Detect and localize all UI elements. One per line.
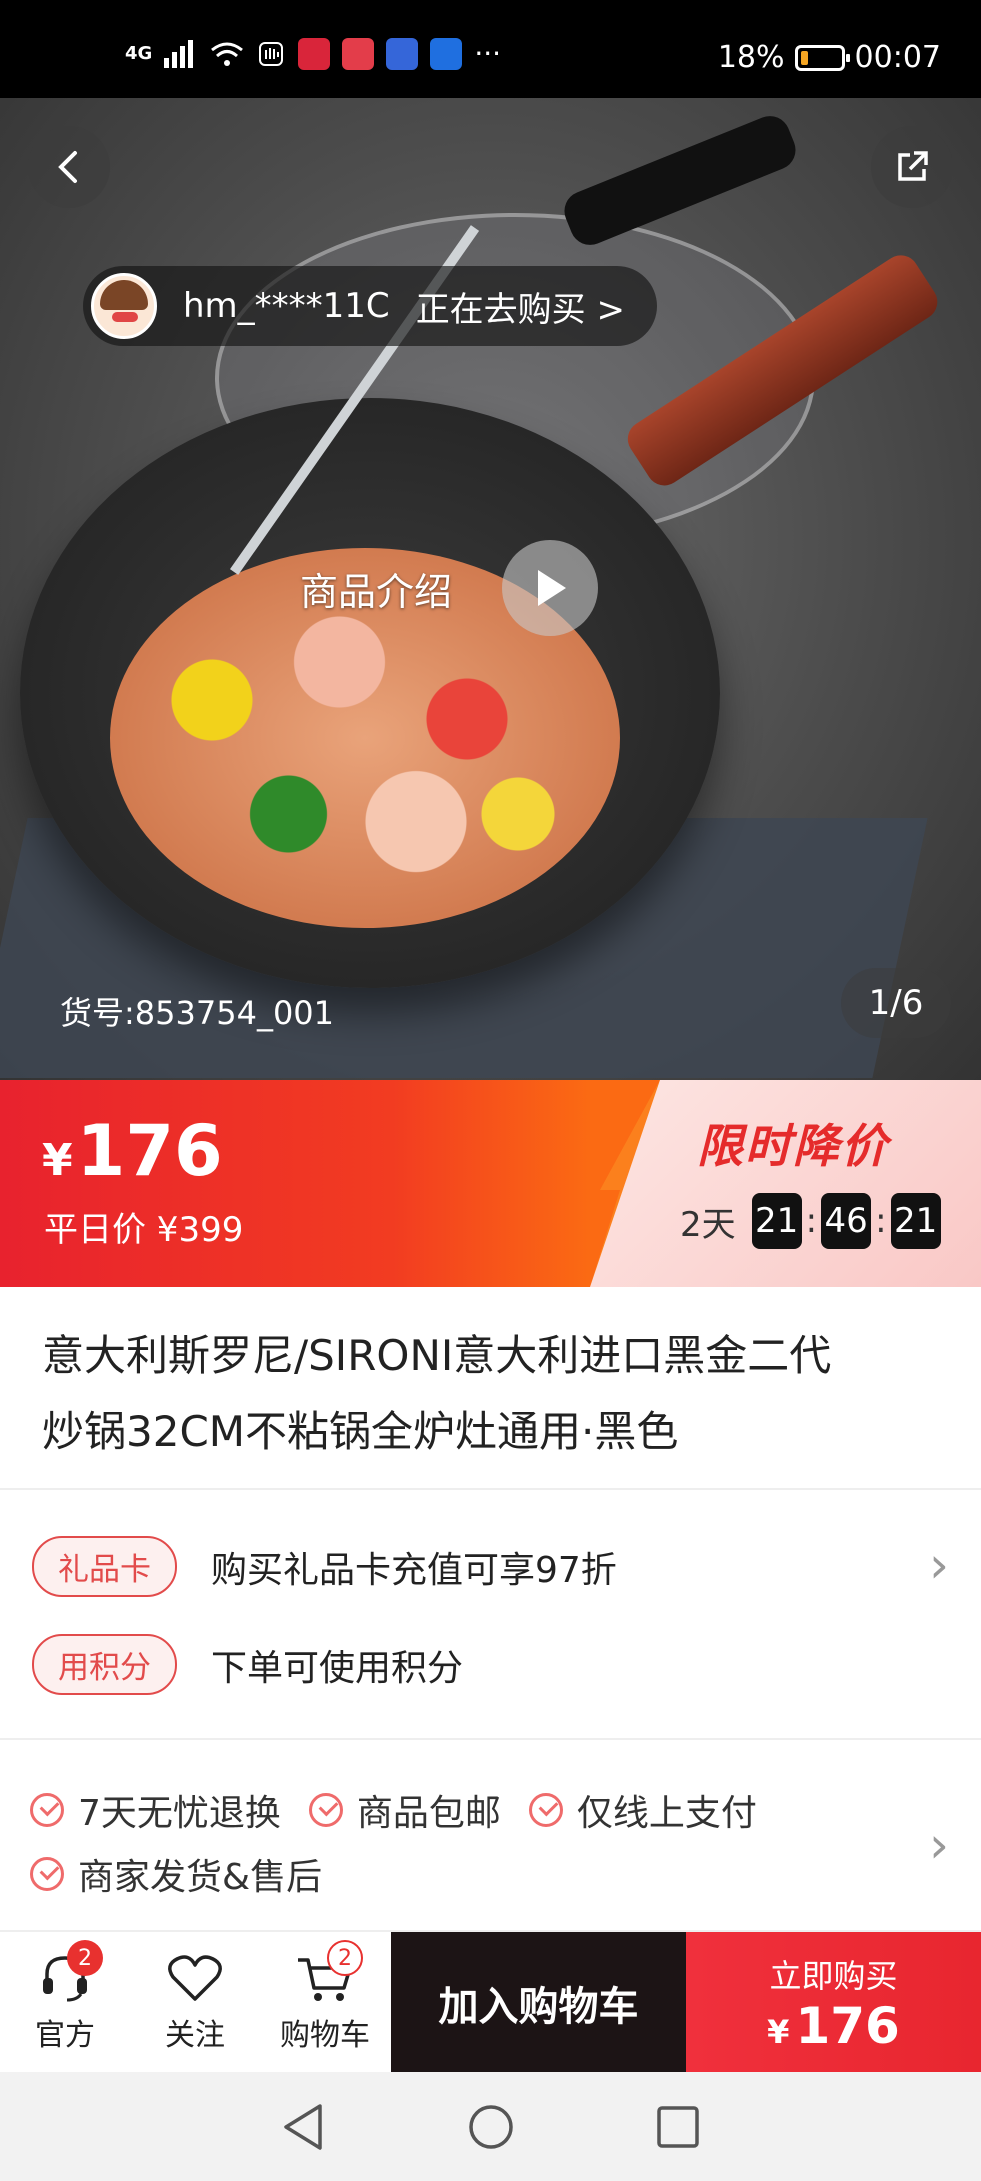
promo-text: 购买礼品卡充值可享97折 bbox=[211, 1549, 617, 1591]
book-app-icon bbox=[342, 38, 375, 70]
buyer-name: hm_****11C bbox=[183, 286, 390, 326]
chevron-left-icon bbox=[58, 151, 77, 183]
buyer-avatar bbox=[91, 273, 157, 339]
guarantee-row[interactable]: 商家发货&售后 bbox=[30, 1848, 322, 1900]
buy-now-price: ¥176 bbox=[767, 1997, 900, 2055]
countdown-timer: 2天 21 : 46 : 21 bbox=[680, 1193, 941, 1249]
add-to-cart-button[interactable]: 加入购物车 bbox=[391, 1932, 686, 2074]
promo-points: 用积分 下单可使用积分 bbox=[32, 1634, 463, 1695]
wifi-icon bbox=[211, 42, 244, 66]
check-circle-icon bbox=[308, 1793, 343, 1827]
system-nav-bar bbox=[0, 2072, 981, 2181]
network-type: 4G bbox=[125, 43, 153, 64]
image-lid-knob bbox=[558, 110, 802, 251]
clock: 00:07 bbox=[854, 40, 941, 75]
buyer-action: 正在去购买 > bbox=[415, 289, 625, 330]
buy-now-button[interactable]: 立即购买 ¥176 bbox=[686, 1932, 981, 2074]
promo-tag: 礼品卡 bbox=[32, 1536, 177, 1597]
triangle-back-icon bbox=[283, 2103, 322, 2150]
cart-button[interactable]: 2 购物车 bbox=[260, 1932, 390, 2074]
guarantee-label: 商家发货&售后 bbox=[78, 1857, 323, 1898]
countdown-separator: : bbox=[805, 1201, 818, 1241]
product-image-carousel[interactable]: hm_****11C 正在去购买 > 商品介绍 货号:853754_001 1/… bbox=[0, 98, 981, 1080]
flash-sale-title: 限时降价 bbox=[697, 1119, 889, 1173]
countdown-separator: : bbox=[875, 1201, 887, 1241]
guarantee-label: 7天无忧退换 bbox=[78, 1793, 281, 1834]
price-amount: 176 bbox=[76, 1110, 223, 1192]
service-badge: 2 bbox=[67, 1940, 103, 1976]
app-notification-icon bbox=[298, 38, 331, 70]
heart-icon bbox=[165, 1952, 225, 2004]
promo-tag: 用积分 bbox=[32, 1634, 177, 1695]
countdown-minutes: 46 bbox=[821, 1193, 872, 1249]
baidu-app-icon bbox=[386, 38, 419, 70]
play-icon bbox=[538, 570, 567, 606]
bulb-app-icon bbox=[430, 38, 463, 70]
countdown-seconds: 21 bbox=[890, 1193, 941, 1249]
countdown-hours: 21 bbox=[751, 1193, 802, 1249]
guarantee-item: 商品包邮 bbox=[308, 1784, 501, 1836]
guarantee-item: 商家发货&售后 bbox=[30, 1848, 322, 1900]
cart-badge: 2 bbox=[327, 1940, 363, 1976]
price-amount: 176 bbox=[795, 1997, 900, 2055]
recent-buyer-pill: hm_****11C 正在去购买 > bbox=[83, 266, 657, 346]
follow-button[interactable]: 关注 bbox=[130, 1932, 260, 2074]
back-button[interactable] bbox=[28, 126, 110, 208]
promo-text: 下单可使用积分 bbox=[211, 1647, 464, 1689]
hand-icon bbox=[259, 42, 284, 66]
chevron-right-icon[interactable]: › bbox=[929, 1536, 949, 1594]
price-banner: ¥ 176 平日价 ¥399 限时降价 2天 21 : 46 : 21 bbox=[0, 1080, 981, 1287]
share-button[interactable] bbox=[871, 126, 953, 208]
check-circle-icon bbox=[528, 1793, 563, 1827]
check-circle-icon bbox=[30, 1857, 64, 1891]
bottom-action-bar: 2 官方 关注 2 购物车 加入购物车 立即购买 ¥176 bbox=[0, 1930, 981, 2074]
official-label: 官方 bbox=[35, 2018, 95, 2053]
current-price: ¥ 176 bbox=[42, 1110, 223, 1192]
official-service-button[interactable]: 2 官方 bbox=[0, 1932, 130, 2074]
square-recents-icon bbox=[656, 2105, 699, 2148]
guarantee-row[interactable]: 7天无忧退换 商品包邮 仅线上支付 bbox=[30, 1784, 757, 1836]
status-right: 18% 00:07 bbox=[718, 40, 941, 75]
countdown-days: 2天 bbox=[680, 1204, 736, 1245]
nav-back-button[interactable] bbox=[274, 2097, 334, 2157]
signal-icon bbox=[164, 40, 194, 68]
guarantee-label: 商品包邮 bbox=[356, 1793, 501, 1834]
guarantee-label: 仅线上支付 bbox=[576, 1793, 757, 1834]
customer-service-icon: 2 bbox=[35, 1940, 103, 2004]
product-title: 意大利斯罗尼/SIRONI意大利进口黑金二代 炒锅32CM不粘锅全炉灶通用·黑色 bbox=[42, 1318, 942, 1470]
status-icons: 4G ··· bbox=[125, 38, 501, 70]
promo-gift-card[interactable]: 礼品卡 购买礼品卡充值可享97折 bbox=[32, 1536, 617, 1597]
more-notifications-icon: ··· bbox=[474, 37, 502, 70]
divider bbox=[0, 1488, 981, 1490]
status-bar: 4G ··· 18% 00:07 bbox=[0, 0, 981, 98]
product-title-line: 炒锅32CM不粘锅全炉灶通用·黑色 bbox=[42, 1407, 679, 1456]
usual-price: 平日价 ¥399 bbox=[44, 1210, 244, 1250]
image-page-indicator: 1/6 bbox=[841, 968, 951, 1038]
sku-number: 货号:853754_001 bbox=[60, 994, 335, 1032]
battery-icon bbox=[794, 44, 850, 71]
currency-symbol: ¥ bbox=[767, 2013, 790, 2051]
nav-home-button[interactable] bbox=[461, 2097, 521, 2157]
buy-now-label: 立即购买 bbox=[769, 1957, 898, 1995]
follow-label: 关注 bbox=[165, 2018, 225, 2053]
play-button[interactable] bbox=[502, 540, 599, 636]
guarantee-item: 7天无忧退换 bbox=[30, 1784, 281, 1836]
product-title-line: 意大利斯罗尼/SIRONI意大利进口黑金二代 bbox=[42, 1331, 832, 1380]
cart-icon: 2 bbox=[295, 1940, 363, 2004]
product-intro-video[interactable]: 商品介绍 bbox=[300, 538, 599, 638]
nav-recents-button[interactable] bbox=[648, 2097, 708, 2157]
cart-label: 购物车 bbox=[280, 2018, 370, 2053]
intro-label: 商品介绍 bbox=[300, 569, 453, 614]
share-icon bbox=[898, 151, 928, 181]
circle-home-icon bbox=[468, 2104, 513, 2149]
battery-percent: 18% bbox=[717, 40, 785, 75]
guarantee-item: 仅线上支付 bbox=[528, 1784, 757, 1836]
currency-symbol: ¥ bbox=[42, 1135, 73, 1186]
divider bbox=[0, 1738, 981, 1740]
check-circle-icon bbox=[30, 1793, 64, 1827]
chevron-right-icon[interactable]: › bbox=[929, 1816, 949, 1874]
